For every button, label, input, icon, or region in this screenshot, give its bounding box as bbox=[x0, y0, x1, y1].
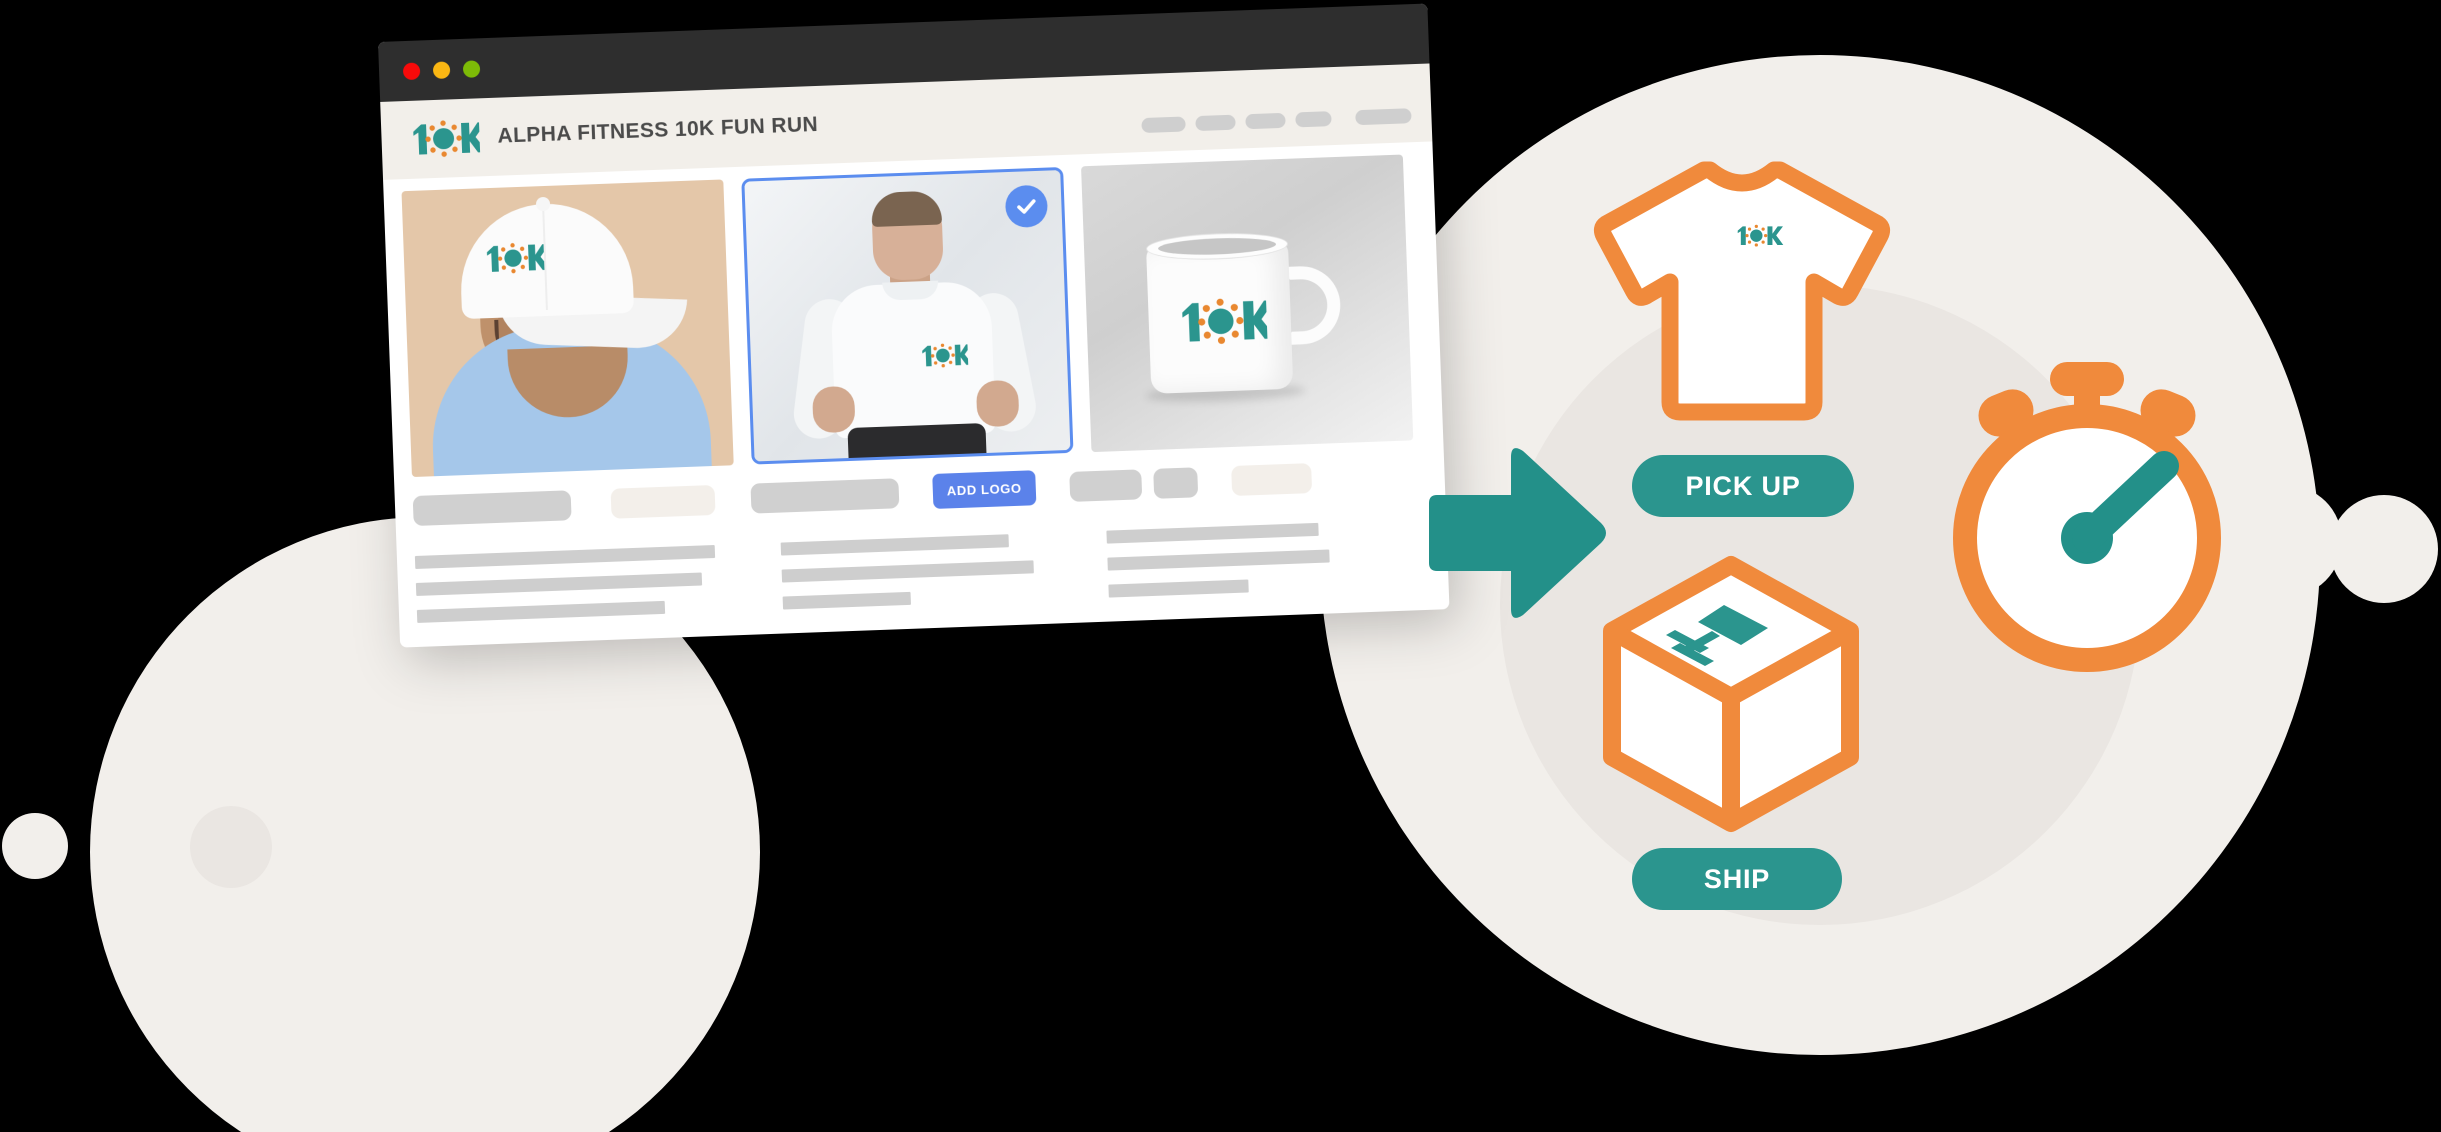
nav-placeholder-group bbox=[1141, 108, 1412, 134]
nav-item-4[interactable] bbox=[1295, 111, 1332, 128]
placeholder-line bbox=[1106, 522, 1319, 544]
background-circle-1 bbox=[2, 813, 68, 879]
details-column-3 bbox=[1106, 522, 1330, 598]
product-card-cap[interactable] bbox=[401, 179, 734, 478]
product-image-cap bbox=[401, 179, 734, 478]
product-card-performance-shirt[interactable] bbox=[741, 166, 1074, 465]
placeholder-chip-1 bbox=[412, 489, 572, 526]
nav-item-2[interactable] bbox=[1195, 114, 1236, 132]
traffic-light-buttons bbox=[402, 60, 481, 81]
placeholder-chip-5 bbox=[1153, 466, 1199, 499]
arrow-right-icon bbox=[1429, 448, 1606, 618]
placeholder-line bbox=[780, 534, 1009, 556]
nav-item-3[interactable] bbox=[1245, 112, 1286, 130]
background-circle-3 bbox=[190, 806, 272, 888]
check-icon bbox=[1017, 199, 1036, 214]
product-image-mug bbox=[1081, 154, 1414, 453]
minimize-button[interactable] bbox=[432, 61, 451, 79]
details-column-1 bbox=[414, 545, 717, 623]
placeholder-line bbox=[781, 560, 1034, 583]
placeholder-line bbox=[782, 591, 911, 610]
maximize-button[interactable] bbox=[462, 60, 481, 78]
logo-10k-on-shirt bbox=[922, 343, 969, 368]
product-card-mug[interactable] bbox=[1081, 154, 1414, 453]
stopwatch-icon bbox=[1953, 362, 2221, 672]
close-button[interactable] bbox=[402, 62, 421, 81]
background-circle-2 bbox=[95, 808, 171, 884]
placeholder-chip-4 bbox=[1069, 468, 1143, 502]
page-title: ALPHA FITNESS 10K FUN RUN bbox=[497, 112, 819, 148]
box-icon bbox=[1603, 556, 1859, 832]
logo-10k-icon bbox=[413, 120, 481, 157]
browser-window: ALPHA FITNESS 10K FUN RUN ADD LOGO bbox=[378, 3, 1450, 648]
background-circle-right-2 bbox=[2330, 495, 2438, 603]
logo-10k-on-cap bbox=[486, 243, 545, 274]
logo-10k-on-mug bbox=[1182, 298, 1268, 344]
placeholder-line bbox=[416, 600, 666, 623]
details-column-2 bbox=[780, 533, 1035, 610]
background-pill bbox=[295, 818, 445, 878]
product-card-list bbox=[401, 154, 1421, 478]
placeholder-chip-6 bbox=[1230, 462, 1312, 496]
placeholder-chip-2 bbox=[610, 484, 716, 519]
brand: ALPHA FITNESS 10K FUN RUN bbox=[381, 103, 819, 163]
placeholder-chip-3 bbox=[750, 477, 900, 514]
details-columns bbox=[414, 519, 1429, 623]
details-section: ADD LOGO bbox=[412, 456, 1429, 623]
tshirt-icon bbox=[1593, 161, 1891, 421]
scene: ALPHA FITNESS 10K FUN RUN ADD LOGO PICK … bbox=[0, 0, 2441, 1132]
add-logo-button[interactable]: ADD LOGO bbox=[932, 470, 1037, 509]
pick-up-badge[interactable]: PICK UP bbox=[1632, 455, 1854, 517]
placeholder-line bbox=[1108, 579, 1249, 598]
nav-item-1[interactable] bbox=[1141, 116, 1186, 134]
placeholder-line bbox=[414, 545, 716, 569]
placeholder-line bbox=[1107, 549, 1330, 571]
nav-item-5[interactable] bbox=[1355, 108, 1412, 126]
ship-badge[interactable]: SHIP bbox=[1632, 848, 1842, 910]
background-circle-right-1 bbox=[2230, 485, 2342, 597]
placeholder-line bbox=[415, 572, 703, 596]
